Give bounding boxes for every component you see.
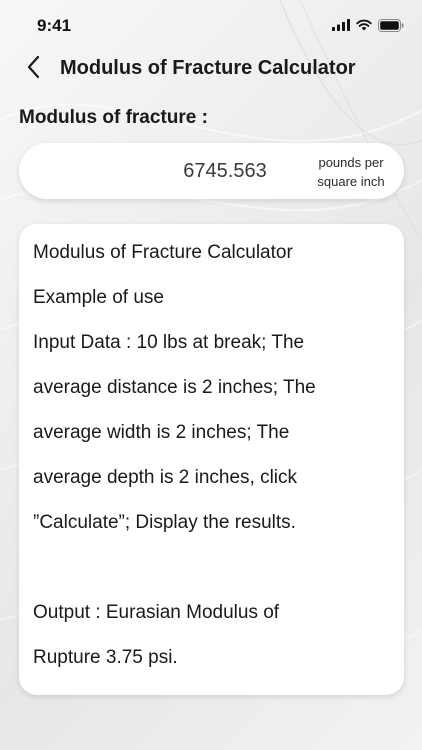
info-line: average distance is 2 inches; The — [33, 377, 316, 398]
back-button[interactable] — [18, 52, 48, 82]
calculator-screen: 9:41 Modulus of Fracture Calculator Modu… — [0, 0, 422, 750]
info-line: Output : Eurasian Modulus of — [33, 602, 280, 623]
cellular-signal-icon — [332, 19, 350, 31]
info-line: Input Data : 10 lbs at break; The — [33, 332, 305, 353]
result-label: Modulus of fracture : — [19, 107, 208, 128]
info-card: Modulus of Fracture Calculator Example o… — [19, 224, 404, 695]
page-title: Modulus of Fracture Calculator — [60, 57, 356, 79]
result-field: 6745.563 pounds per square inch — [19, 143, 404, 199]
result-unit-line1: pounds per — [318, 155, 384, 170]
status-bar: 9:41 — [0, 0, 422, 48]
status-icons — [332, 17, 404, 33]
result-unit-line2: square inch — [317, 174, 385, 189]
chevron-left-icon — [27, 55, 40, 79]
info-line: Example of use — [33, 287, 164, 308]
wifi-icon — [356, 19, 372, 31]
info-text: Modulus of Fracture Calculator Example o… — [33, 230, 383, 680]
info-line-blank — [33, 545, 383, 590]
battery-icon — [378, 18, 404, 32]
info-line: Rupture 3.75 psi. — [33, 647, 178, 668]
info-line: average depth is 2 inches, click — [33, 467, 298, 488]
info-line: ”Calculate”; Display the results. — [33, 512, 296, 533]
info-line: Modulus of Fracture Calculator — [33, 242, 293, 263]
nav-header: Modulus of Fracture Calculator — [0, 48, 422, 88]
status-time: 9:41 — [37, 16, 72, 35]
result-unit: pounds per square inch — [310, 153, 392, 191]
info-line: average width is 2 inches; The — [33, 422, 290, 443]
